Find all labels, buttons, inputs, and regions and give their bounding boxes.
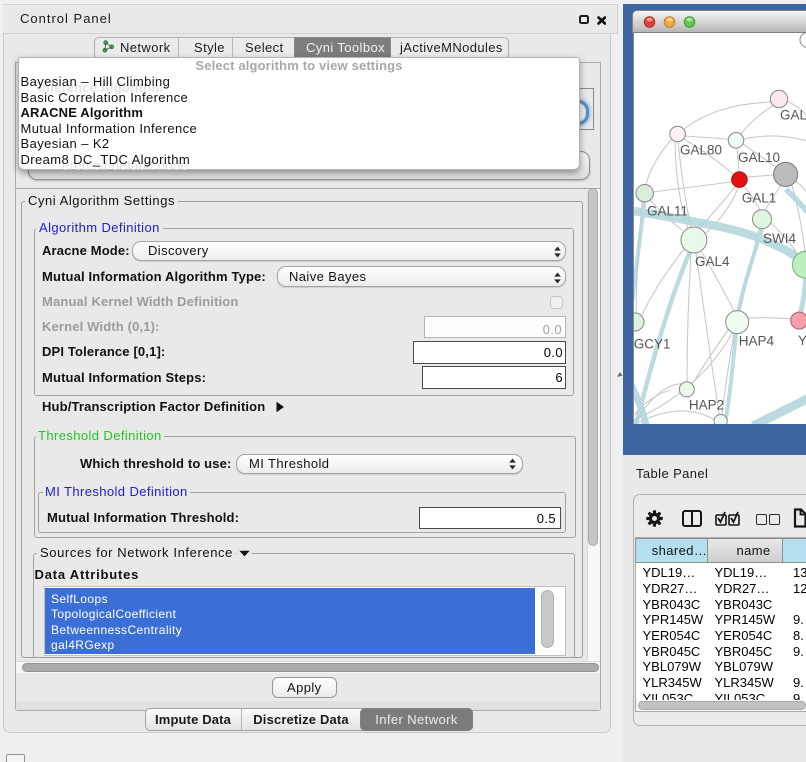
svg-text:GAL10: GAL10 xyxy=(738,150,780,165)
svg-text:GAL4: GAL4 xyxy=(695,254,730,269)
svg-text:SWI4: SWI4 xyxy=(763,231,796,246)
svg-text:GAL1: GAL1 xyxy=(742,191,777,206)
svg-text:HAP4: HAP4 xyxy=(739,334,775,349)
svg-text:GCY1: GCY1 xyxy=(634,337,670,352)
svg-text:Y: Y xyxy=(798,333,806,348)
svg-text:HAP2: HAP2 xyxy=(689,398,724,413)
svg-text:GAL11: GAL11 xyxy=(647,204,688,219)
svg-text:GAL80: GAL80 xyxy=(680,143,722,158)
svg-text:GAL7: GAL7 xyxy=(780,108,806,123)
